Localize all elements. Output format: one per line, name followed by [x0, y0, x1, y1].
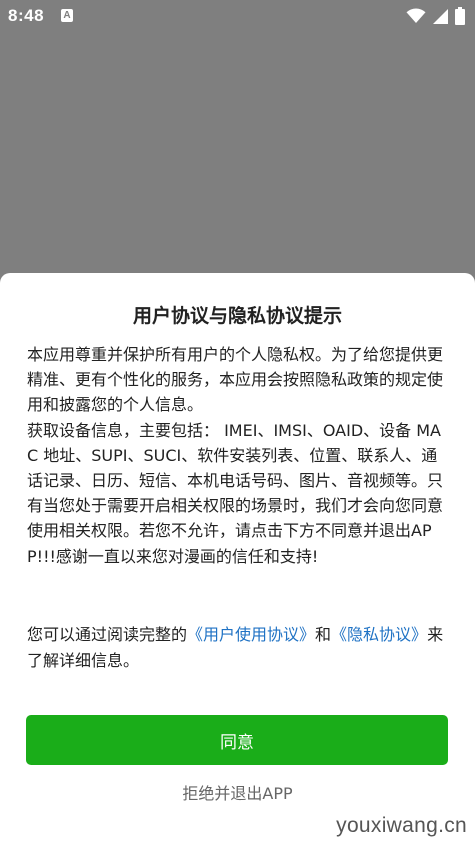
- links-prefix: 您可以通过阅读完整的: [27, 625, 188, 644]
- status-time: 8:48: [8, 6, 45, 25]
- agreement-links-text: 您可以通过阅读完整的《用户使用协议》和《隐私协议》来了解详细信息。: [27, 622, 449, 673]
- body-paragraph-permissions: 获取设备信息，主要包括： IMEI、IMSI、OAID、设备 MAC 地址、SU…: [27, 420, 444, 566]
- privacy-agreement-link[interactable]: 《隐私协议》: [331, 625, 427, 644]
- privacy-dialog: 用户协议与隐私协议提示 本应用尊重并保护所有用户的个人隐私权。为了给您提供更精准…: [0, 273, 475, 844]
- status-icons: [406, 6, 465, 26]
- watermark: youxiwang.cn: [336, 814, 467, 837]
- wifi-icon: [406, 8, 426, 24]
- user-agreement-link[interactable]: 《用户使用协议》: [187, 625, 315, 644]
- notification-icon: A: [61, 9, 73, 22]
- agree-button[interactable]: 同意: [26, 715, 448, 765]
- battery-icon: [455, 7, 465, 25]
- status-bar: 8:48 A: [0, 0, 475, 33]
- screen: 8:48 A 用户协议与隐私协议提示 本应用尊重并保护所有用户的个人隐私权。为了…: [0, 0, 475, 844]
- links-and: 和: [315, 625, 332, 644]
- body-paragraph-intro: 本应用尊重并保护所有用户的个人隐私权。为了给您提供更精准、更有个性化的服务，本应…: [27, 345, 444, 415]
- dialog-title: 用户协议与隐私协议提示: [132, 305, 342, 327]
- dialog-body: 本应用尊重并保护所有用户的个人隐私权。为了给您提供更精准、更有个性化的服务，本应…: [27, 342, 449, 569]
- signal-icon: [432, 8, 449, 25]
- decline-exit-button[interactable]: 拒绝并退出APP: [0, 779, 475, 805]
